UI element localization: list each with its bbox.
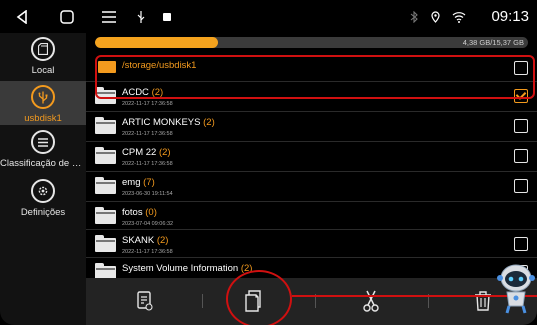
gear-icon [31,179,55,203]
folder-name: CPM 22 (2) [122,147,171,158]
sidebar-item-label: usbdisk1 [24,113,62,124]
folder-name: fotos (0) [122,207,157,218]
folder-icon [95,235,116,252]
folder-date: 2022-11-17 17:36:58 [122,101,173,107]
menu-icon[interactable] [102,0,116,33]
divider [202,294,203,308]
row-checkbox[interactable] [514,237,528,251]
clock: 09:13 [491,8,529,25]
list-item[interactable]: CPM 22 (2) 2022-11-17 17:36:58 [86,141,537,172]
folder-name: emg (7) [122,177,155,188]
sidebar-item-label: Local [31,65,55,76]
storage-used-fill [95,37,219,48]
back-icon[interactable] [16,0,28,33]
list-item[interactable]: SKANK (2) 2022-11-17 17:36:58 [86,229,537,260]
folder-icon [95,177,116,194]
storage-bar: 4,38 GB/15,37 GB [95,37,528,48]
home-icon[interactable] [60,0,74,33]
bottom-toolbar [86,278,537,325]
row-checkbox[interactable] [514,149,528,163]
usb-icon [137,0,145,33]
folder-date: 2023-06-30 19:11:54 [122,191,173,197]
status-bar: 09:13 [0,0,537,33]
delete-icon[interactable] [472,288,494,314]
sidebar-item-usbdisk1[interactable]: usbdisk1 [0,81,86,125]
sidebar-item-classification[interactable]: Classificação de do... [0,130,86,172]
sidebar-item-label: Classificação de do... [0,158,86,169]
folder-icon [95,117,116,134]
sidebar: Local usbdisk1 Classificação de do... De… [0,33,86,325]
list-item[interactable]: emg (7) 2023-06-30 19:11:54 [86,171,537,202]
folder-date: 2023-07-04 09:06:32 [122,221,174,227]
folder-date: 2022-11-17 17:36:58 [122,249,173,255]
sidebar-item-local[interactable]: Local [0,37,86,77]
screen: 09:13 Local usbdisk1 Classificação de do… [0,0,537,325]
assistant-robot-icon[interactable] [496,262,536,314]
folder-name: System Volume Information (2) [122,263,253,274]
folder-name: ARTIC MONKEYS (2) [122,117,215,128]
usb-icon [31,85,55,109]
folder-name: SKANK (2) [122,235,169,246]
folder-icon [95,207,116,224]
folder-date: 2022-11-17 17:36:58 [122,131,173,137]
annotation-rectangle [95,55,535,99]
sidebar-item-settings[interactable]: Definições [0,179,86,221]
location-icon [431,0,440,33]
list-icon [31,130,55,154]
row-checkbox[interactable] [514,179,528,193]
row-checkbox[interactable] [514,119,528,133]
annotation-circle [226,270,292,325]
details-icon[interactable] [134,288,156,314]
wifi-icon [452,0,466,33]
sidebar-item-label: Definições [20,207,66,218]
bluetooth-icon [410,0,418,33]
folder-icon [95,147,116,164]
list-item[interactable]: fotos (0) 2023-07-04 09:06:32 [86,201,537,232]
sd-card-icon [31,37,55,61]
list-item[interactable]: ARTIC MONKEYS (2) 2022-11-17 17:36:58 [86,111,537,142]
image-icon [163,0,171,33]
folder-date: 2022-11-17 17:36:58 [122,161,173,167]
cut-icon[interactable] [360,288,382,314]
storage-text: 4,38 GB/15,37 GB [462,38,524,47]
